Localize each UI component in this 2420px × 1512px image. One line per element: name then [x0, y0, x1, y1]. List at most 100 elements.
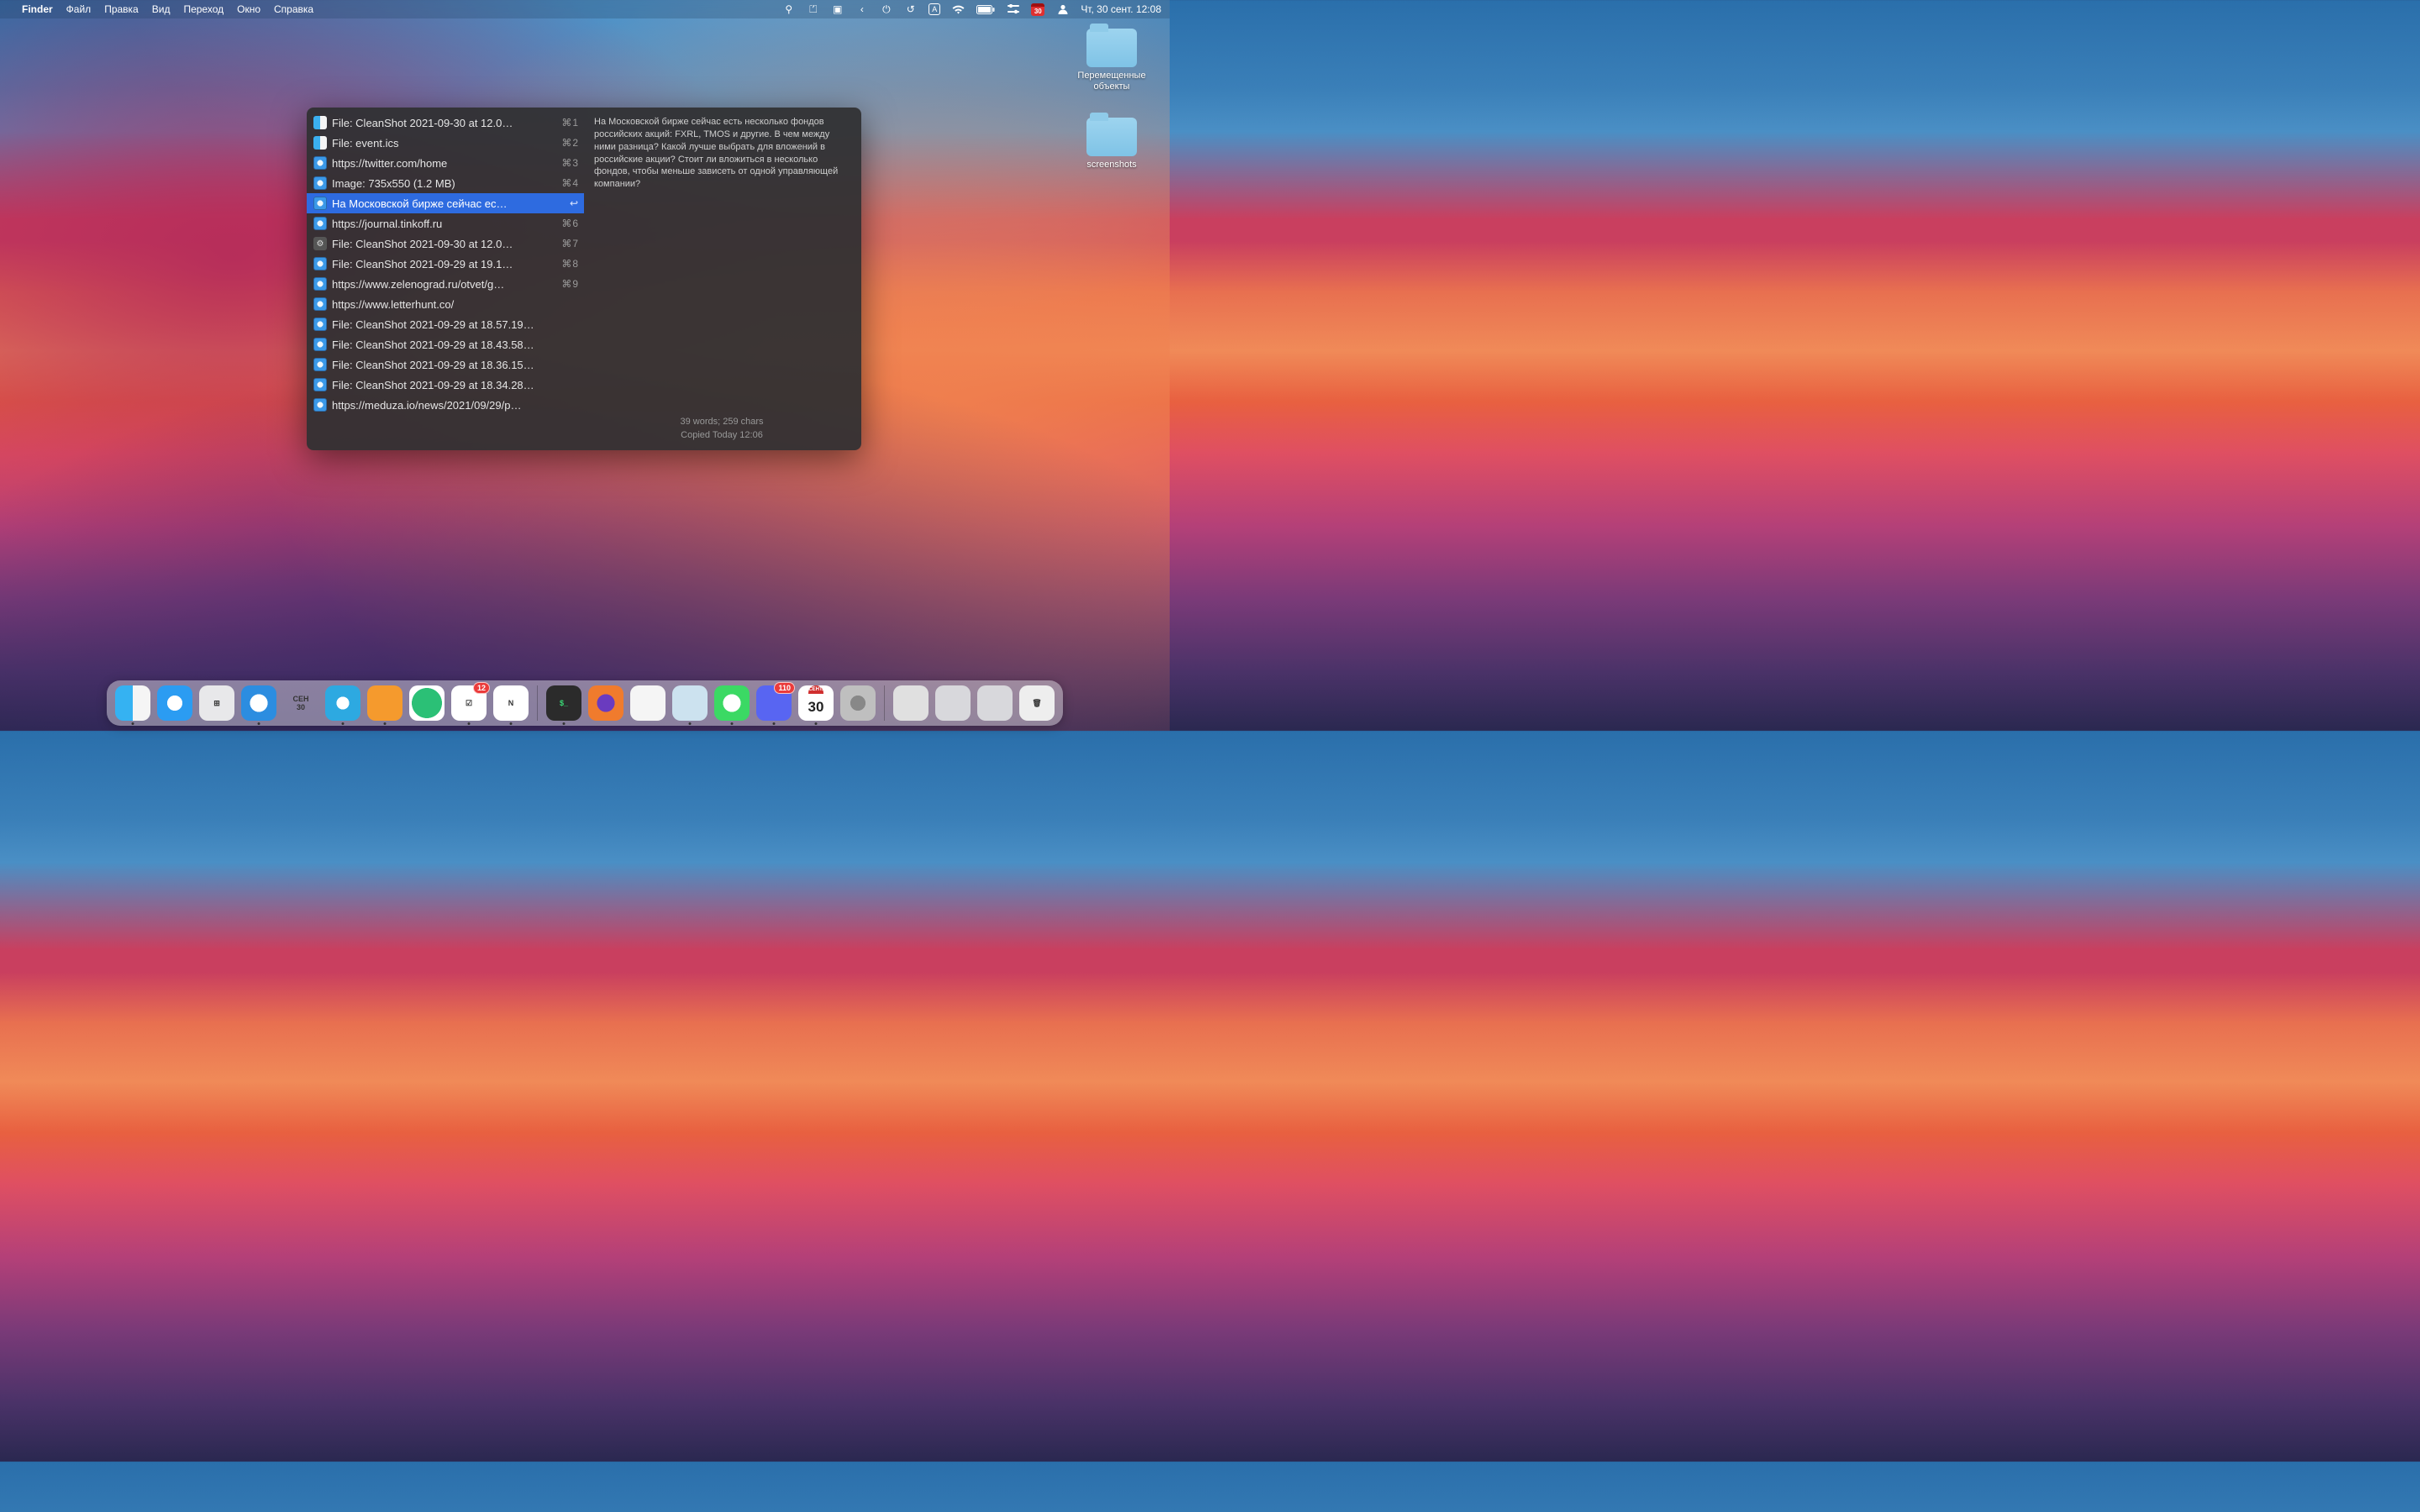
- clipboard-item[interactable]: https://www.letterhunt.co/: [307, 294, 584, 314]
- safari-icon: [313, 217, 327, 230]
- clipboard-item[interactable]: https://journal.tinkoff.ru ⌘6: [307, 213, 584, 234]
- clipboard-item-label: https://journal.tinkoff.ru: [332, 218, 556, 230]
- dock-notion[interactable]: N: [493, 685, 529, 721]
- clipboard-item-label: File: CleanShot 2021-09-29 at 18.57.19…: [332, 318, 574, 331]
- dock-fantastical[interactable]: СЕНТ.30: [798, 685, 834, 721]
- clipboard-item-label: https://twitter.com/home: [332, 157, 556, 170]
- input-source-icon[interactable]: A: [929, 3, 940, 15]
- wifi-icon[interactable]: [952, 3, 965, 16]
- clipboard-item-label: File: CleanShot 2021-09-29 at 18.36.15…: [332, 359, 574, 371]
- menubar-clock[interactable]: Чт, 30 сент. 12:08: [1081, 3, 1161, 15]
- dock-discord[interactable]: 110: [756, 685, 792, 721]
- clipboard-item-shortcut: ⌘2: [561, 137, 579, 149]
- dock-firefox[interactable]: [588, 685, 623, 721]
- menu-help[interactable]: Справка: [274, 3, 313, 15]
- dock-grammarly[interactable]: [409, 685, 445, 721]
- clipboard-item-shortcut: ⌘9: [561, 278, 579, 290]
- back-icon[interactable]: ‹: [855, 3, 868, 16]
- clipboard-item-label: https://www.zelenograd.ru/otvet/g…: [332, 278, 556, 291]
- safari-icon: [313, 156, 327, 170]
- clipboard-item[interactable]: https://www.zelenograd.ru/otvet/g… ⌘9: [307, 274, 584, 294]
- desktop-folder-screenshots[interactable]: screenshots: [1086, 118, 1137, 171]
- user-icon[interactable]: [1056, 3, 1069, 16]
- dock-finder[interactable]: [115, 685, 150, 721]
- clipboard-preview-stats: 39 words; 259 chars: [594, 416, 850, 428]
- clipboard-preview-copied: Copied Today 12:06: [594, 429, 850, 442]
- clipboard-list[interactable]: File: CleanShot 2021-09-30 at 12.0…⌘1Fil…: [307, 108, 584, 450]
- clipboard-preview: На Московской бирже сейчас есть нескольк…: [584, 108, 861, 450]
- clipboard-item[interactable]: На Московской бирже сейчас ес… ↩: [307, 193, 584, 213]
- menu-file[interactable]: Файл: [66, 3, 92, 15]
- clipboard-item-label: Image: 735x550 (1.2 MB): [332, 177, 556, 190]
- clipboard-item[interactable]: https://meduza.io/news/2021/09/29/p…: [307, 395, 584, 415]
- clipboard-item-label: File: CleanShot 2021-09-29 at 18.43.58…: [332, 339, 574, 351]
- clipboard-item-label: File: CleanShot 2021-09-30 at 12.0…: [332, 238, 556, 250]
- safari-icon: [313, 197, 327, 210]
- control-center-icon[interactable]: [1007, 3, 1019, 16]
- dock-badge: 12: [473, 682, 490, 694]
- clipboard-item[interactable]: File: CleanShot 2021-09-30 at 12.0…⌘1: [307, 113, 584, 133]
- dock-iterm[interactable]: $_: [546, 685, 581, 721]
- clipboard-item[interactable]: https://twitter.com/home⌘3: [307, 153, 584, 173]
- screen-mirror-icon[interactable]: ⏍: [807, 3, 819, 16]
- dock-downloads[interactable]: [893, 685, 929, 721]
- calendar-month-label: СЕНТ.: [808, 685, 823, 694]
- dock-launchpad[interactable]: ⊞: [199, 685, 234, 721]
- dock-recent-stack-2[interactable]: [977, 685, 1013, 721]
- dock-app-store[interactable]: [157, 685, 192, 721]
- dock-vlc[interactable]: [630, 685, 666, 721]
- safari-icon: [313, 338, 327, 351]
- dock-safari[interactable]: [241, 685, 276, 721]
- clipboard-item-label: File: event.ics: [332, 137, 556, 150]
- menu-view[interactable]: Вид: [152, 3, 171, 15]
- dock-preview[interactable]: [672, 685, 708, 721]
- power-icon[interactable]: ⏻: [880, 3, 892, 16]
- menu-edit[interactable]: Правка: [104, 3, 139, 15]
- dock-trash[interactable]: 🗑: [1019, 685, 1055, 721]
- clipboard-item[interactable]: File: CleanShot 2021-09-29 at 19.1…⌘8: [307, 254, 584, 274]
- clipboard-item[interactable]: File: CleanShot 2021-09-29 at 18.34.28…: [307, 375, 584, 395]
- clipboard-item-shortcut: ↩: [570, 197, 579, 209]
- menu-window[interactable]: Окно: [237, 3, 260, 15]
- menubar: Finder Файл Правка Вид Переход Окно Спра…: [0, 0, 1170, 18]
- dock-separator: [884, 685, 885, 721]
- dock-things[interactable]: ☑12: [451, 685, 487, 721]
- dock-calendar[interactable]: СЕН30: [283, 685, 318, 721]
- clipboard-item-label: https://meduza.io/news/2021/09/29/p…: [332, 399, 574, 412]
- clipboard-item[interactable]: File: CleanShot 2021-09-29 at 18.57.19…: [307, 314, 584, 334]
- clipboard-item[interactable]: ⚙File: CleanShot 2021-09-30 at 12.0…⌘7: [307, 234, 584, 254]
- clipboard-history-panel: File: CleanShot 2021-09-30 at 12.0…⌘1Fil…: [307, 108, 861, 450]
- clipboard-item-label: File: CleanShot 2021-09-29 at 19.1…: [332, 258, 556, 270]
- safari-icon: [313, 176, 327, 190]
- clipboard-item[interactable]: File: event.ics ⌘2: [307, 133, 584, 153]
- time-machine-icon[interactable]: ↺: [904, 3, 917, 16]
- key-icon[interactable]: ⚲: [782, 3, 795, 16]
- safari-icon: [313, 318, 327, 331]
- gear-icon: ⚙: [313, 237, 327, 250]
- safari-icon: [313, 398, 327, 412]
- dock-separator: [537, 685, 538, 721]
- clipboard-item-label: https://www.letterhunt.co/: [332, 298, 574, 311]
- calendar-menubar-icon[interactable]: 30: [1031, 3, 1044, 16]
- folder-icon: [1086, 118, 1137, 156]
- dock-messages[interactable]: [714, 685, 750, 721]
- dock-sublime-text[interactable]: [367, 685, 402, 721]
- clipboard-item[interactable]: File: CleanShot 2021-09-29 at 18.36.15…: [307, 354, 584, 375]
- menu-go[interactable]: Переход: [183, 3, 224, 15]
- safari-icon: [313, 297, 327, 311]
- calendar-day-label: 30: [297, 703, 305, 711]
- clipboard-item[interactable]: File: CleanShot 2021-09-29 at 18.43.58…: [307, 334, 584, 354]
- dock-telegram[interactable]: [325, 685, 360, 721]
- clipboard-item[interactable]: Image: 735x550 (1.2 MB) ⌘4: [307, 173, 584, 193]
- safari-icon: [313, 257, 327, 270]
- desktop-folder-relocated[interactable]: Перемещенные объекты: [1070, 29, 1154, 92]
- app-menu[interactable]: Finder: [22, 3, 53, 15]
- dock-system-preferences[interactable]: [840, 685, 876, 721]
- pip-icon[interactable]: ▣: [831, 3, 844, 16]
- dock-recent-stack-1[interactable]: [935, 685, 971, 721]
- clipboard-item-label: На Московской бирже сейчас ес…: [332, 197, 565, 210]
- clipboard-item-shortcut: ⌘6: [561, 218, 579, 229]
- battery-icon[interactable]: [976, 3, 995, 16]
- clipboard-item-shortcut: ⌘4: [561, 177, 579, 189]
- desktop-folder-label: Перемещенные объекты: [1070, 71, 1154, 92]
